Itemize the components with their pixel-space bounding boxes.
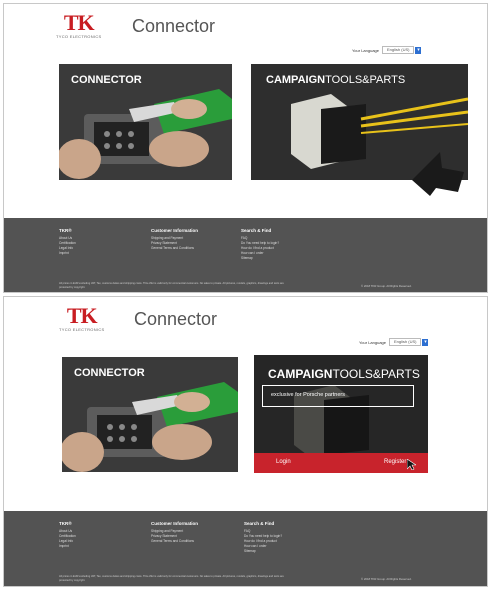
- footer-heading: Customer Information: [151, 521, 199, 526]
- footer-col-company: TKR® About Us Certification Legal Info I…: [59, 521, 76, 549]
- tkr-logo[interactable]: TK TYCO ELECTRONICS: [59, 303, 105, 333]
- tile-campaign[interactable]: CAMPAIGNTOOLS&PARTS exclusive for Porsch…: [254, 355, 428, 473]
- exclusive-notice: exclusive for Porsche partners: [262, 385, 414, 407]
- auth-bar: Login Register: [254, 453, 428, 473]
- site-footer: TKR® About Us Certification Legal Info I…: [4, 218, 487, 292]
- footer-link[interactable]: General Terms and Conditions: [151, 246, 198, 251]
- label-campaign: CAMPAIGN: [266, 74, 326, 86]
- footer-link[interactable]: Imprint: [59, 251, 76, 256]
- footer-link[interactable]: Imprint: [59, 544, 76, 549]
- label-tools-parts: TOOLS&PARTS: [332, 367, 420, 381]
- pointer-cursor-icon: [407, 459, 416, 470]
- arrow-cursor-icon: [412, 152, 464, 196]
- page-title: Connector: [134, 309, 218, 329]
- screenshot-frame-1: TK TYCO ELECTRONICS Connector Your Langu…: [3, 3, 488, 293]
- footer-heading: Search & Find: [241, 228, 272, 233]
- language-select[interactable]: English (US): [389, 338, 422, 346]
- footer-copyright: All prices in EUR excluding VAT, Tax, cu…: [59, 282, 284, 289]
- footer-link[interactable]: Sitemap: [244, 549, 282, 554]
- footer-copyright: All prices in EUR excluding VAT, Tax, cu…: [59, 575, 284, 582]
- footer-link[interactable]: Sitemap: [241, 256, 279, 261]
- footer-col-search: Search & Find FAQ Do You need help to lo…: [241, 228, 279, 261]
- tile-connector-label: CONNECTOR: [74, 367, 145, 379]
- logo-subtitle: TYCO ELECTRONICS: [59, 327, 105, 332]
- tile-connector[interactable]: CONNECTOR: [62, 357, 238, 472]
- chevron-down-icon[interactable]: ▾: [415, 46, 422, 54]
- logo-subtitle: TYCO ELECTRONICS: [56, 34, 102, 39]
- footer-col-customer: Customer Information Shipping and Paymen…: [151, 228, 198, 251]
- footer-heading: TKR®: [59, 228, 72, 233]
- tile-campaign-label: CAMPAIGNTOOLS&PARTS: [268, 367, 420, 381]
- register-link[interactable]: Register: [384, 459, 406, 465]
- logo-mark: TK: [66, 303, 98, 328]
- site-footer: TKR® About Us Certification Legal Info I…: [4, 511, 487, 586]
- tile-connector-label: CONNECTOR: [71, 74, 142, 86]
- language-label: Your Language: [352, 47, 379, 53]
- language-selector[interactable]: Your Language English (US) ▾: [352, 46, 422, 54]
- footer-link[interactable]: General Terms and Conditions: [151, 539, 198, 544]
- footer-rights: © 2018 TKR Group. All Rights Reserved.: [361, 284, 412, 288]
- language-label: Your Language: [359, 339, 386, 345]
- footer-heading: Search & Find: [244, 521, 275, 526]
- footer-heading: Customer Information: [151, 228, 199, 233]
- screenshot-frame-2: TK TYCO ELECTRONICS Connector Your Langu…: [3, 296, 488, 587]
- tile-connector[interactable]: CONNECTOR: [59, 64, 232, 180]
- language-select[interactable]: English (US): [382, 46, 415, 54]
- language-selector[interactable]: Your Language English (US) ▾: [359, 338, 429, 346]
- login-link[interactable]: Login: [276, 459, 291, 465]
- footer-col-customer: Customer Information Shipping and Paymen…: [151, 521, 198, 544]
- tkr-logo[interactable]: TK TYCO ELECTRONICS: [56, 10, 102, 40]
- footer-col-company: TKR® About Us Certification Legal Info I…: [59, 228, 76, 256]
- footer-heading: TKR®: [59, 521, 72, 526]
- page-title: Connector: [132, 16, 216, 36]
- label-campaign: CAMPAIGN: [268, 367, 333, 381]
- exclusive-text: exclusive for Porsche partners: [271, 392, 345, 398]
- footer-rights: © 2018 TKR Group. All Rights Reserved.: [361, 577, 412, 581]
- label-tools-parts: TOOLS&PARTS: [325, 74, 406, 86]
- logo-mark: TK: [63, 10, 95, 35]
- chevron-down-icon[interactable]: ▾: [422, 338, 429, 346]
- tile-campaign-label: CAMPAIGNTOOLS&PARTS: [266, 74, 405, 86]
- footer-col-search: Search & Find FAQ Do You need help to lo…: [244, 521, 282, 554]
